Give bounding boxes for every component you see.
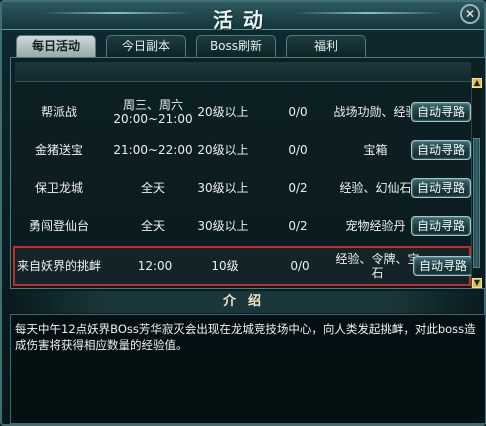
scroll-down-arrow-icon[interactable]: ▼ xyxy=(472,278,482,288)
activity-level: 20级以上 xyxy=(197,105,249,119)
activity-name: 来自妖界的挑衅 xyxy=(17,259,102,273)
list-scrollbar[interactable]: ▲ ▼ xyxy=(471,78,482,288)
activity-count: 0/2 xyxy=(288,219,308,233)
activity-reward: 宠物经验丹 xyxy=(345,219,406,233)
activity-window: 活动 ✕ 每日活动 今日副本 Boss刷新 福利 帮派战 周三、周六 20:00… xyxy=(0,0,486,426)
activity-count: 0/0 xyxy=(288,143,308,157)
activity-count: 0/2 xyxy=(288,181,308,195)
window-title: 活动 xyxy=(213,8,273,32)
auto-route-cell: 自动寻路 xyxy=(412,248,474,284)
list-header-strip xyxy=(15,62,471,82)
activity-time: 周三、周六 20:00~21:00 xyxy=(113,98,193,126)
scroll-thumb[interactable] xyxy=(473,138,480,268)
activity-time: 全天 xyxy=(140,181,165,195)
auto-route-cell: 自动寻路 xyxy=(410,170,472,206)
activity-level: 20级以上 xyxy=(197,143,249,157)
activity-reward: 经验、令牌、宝石 xyxy=(335,252,420,280)
activity-name: 金猪送宝 xyxy=(34,143,83,157)
auto-route-button[interactable]: 自动寻路 xyxy=(411,216,471,236)
tab-boss[interactable]: Boss刷新 xyxy=(196,35,276,57)
scroll-up-arrow-icon[interactable]: ▲ xyxy=(472,78,482,88)
activity-time: 21:00~22:00 xyxy=(113,143,193,157)
description-header: 介绍 xyxy=(10,291,486,313)
auto-route-button[interactable]: 自动寻路 xyxy=(413,256,473,276)
list-item: 金猪送宝 21:00~22:00 20级以上 0/0 宝箱 自动寻路 xyxy=(13,132,471,168)
close-icon[interactable]: ✕ xyxy=(460,4,480,24)
activity-level: 30级以上 xyxy=(197,219,249,233)
description-text: 每天中午12点妖界BOss芳华寂灭会出现在龙城竞技场中心，向人类发起挑衅，对此b… xyxy=(15,322,476,352)
activity-count: 0/0 xyxy=(288,105,308,119)
list-item-selected[interactable]: 来自妖界的挑衅 12:00 10级 0/0 经验、令牌、宝石 自动寻路 xyxy=(13,246,474,286)
activity-count: 0/0 xyxy=(290,259,310,273)
activity-name: 勇闯登仙台 xyxy=(28,219,89,233)
activity-name: 帮派战 xyxy=(40,105,77,119)
activity-reward: 经验、幻仙石 xyxy=(339,181,412,195)
activity-level: 30级以上 xyxy=(197,181,249,195)
description-panel: 每天中午12点妖界BOss芳华寂灭会出现在龙城竞技场中心，向人类发起挑衅，对此b… xyxy=(10,314,486,424)
activity-name: 保卫龙城 xyxy=(34,181,83,195)
auto-route-button[interactable]: 自动寻路 xyxy=(411,140,471,160)
auto-route-cell: 自动寻路 xyxy=(410,132,472,168)
list-item: 勇闯登仙台 全天 30级以上 0/2 宠物经验丹 自动寻路 xyxy=(13,208,471,244)
tab-dungeon[interactable]: 今日副本 xyxy=(106,35,186,57)
activity-time: 12:00 xyxy=(137,259,173,273)
auto-route-button[interactable]: 自动寻路 xyxy=(411,178,471,198)
tab-welfare[interactable]: 福利 xyxy=(286,35,366,57)
activity-list-panel: 帮派战 周三、周六 20:00~21:00 20级以上 0/0 战场功勋、经验 … xyxy=(10,57,486,289)
auto-route-cell: 自动寻路 xyxy=(410,94,472,130)
auto-route-button[interactable]: 自动寻路 xyxy=(411,102,471,122)
tab-daily[interactable]: 每日活动 xyxy=(16,35,96,57)
activity-time: 全天 xyxy=(140,219,165,233)
tab-bar: 每日活动 今日副本 Boss刷新 福利 xyxy=(16,35,476,57)
list-item: 保卫龙城 全天 30级以上 0/2 经验、幻仙石 自动寻路 xyxy=(13,170,471,206)
activity-reward: 宝箱 xyxy=(363,143,388,157)
title-bar[interactable]: 活动 ✕ xyxy=(2,2,484,32)
list-item: 帮派战 周三、周六 20:00~21:00 20级以上 0/0 战场功勋、经验 … xyxy=(13,94,471,130)
description-title: 介绍 xyxy=(222,294,273,309)
activity-reward: 战场功勋、经验 xyxy=(333,105,418,119)
activity-level: 10级 xyxy=(211,259,239,273)
auto-route-cell: 自动寻路 xyxy=(410,208,472,244)
